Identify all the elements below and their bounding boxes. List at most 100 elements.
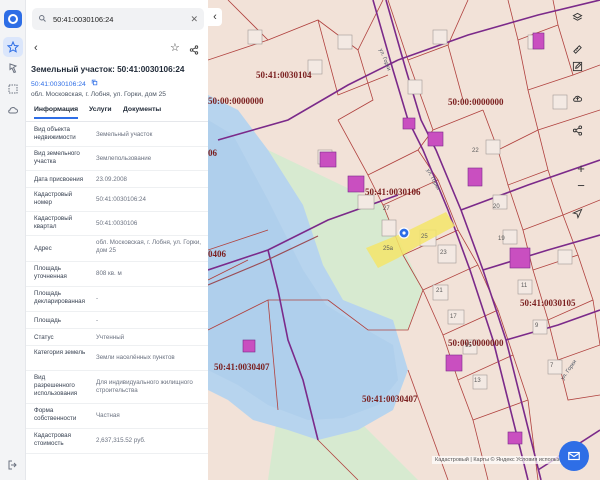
tab-services[interactable]: Услуги	[89, 106, 112, 113]
row-value: 50:41:0030106	[96, 220, 138, 227]
cadastral-label: 50:41:0030104	[256, 70, 312, 80]
logout-icon[interactable]	[3, 455, 23, 475]
tab-documents[interactable]: Документы	[123, 106, 161, 113]
house-number: 27	[383, 206, 390, 212]
copy-icon[interactable]	[91, 79, 98, 88]
cadastral-label: 06	[208, 148, 217, 158]
favorites-icon[interactable]	[3, 37, 23, 57]
house-number: 7	[550, 363, 554, 369]
cadastral-label: 50:00:0000000	[208, 96, 264, 106]
row-value: 50:41:0030106:24	[96, 196, 146, 203]
house-number: 13	[474, 378, 481, 384]
table-row: Форма собственности Частная	[26, 404, 208, 429]
row-key: Дата присвоения	[34, 176, 84, 183]
row-key: Вид разрешенного использования	[34, 374, 78, 397]
row-key: Кадастровый квартал	[34, 215, 73, 230]
table-row: Категория земель Земли населённых пунктов	[26, 346, 208, 371]
row-key: Площадь уточненная	[34, 265, 67, 280]
row-value: -	[96, 317, 99, 324]
row-value: 808 кв. м	[96, 270, 122, 277]
zoom-out-icon[interactable]: −	[572, 176, 590, 194]
row-value: -	[96, 295, 99, 302]
message-button[interactable]	[559, 441, 589, 471]
collapse-panel-icon[interactable]: ‹	[208, 8, 222, 26]
row-key: Кадастровая стоимость	[34, 432, 71, 447]
house-number: 19	[498, 236, 505, 242]
app-root: ✕ ‹ ☆ Земельный участок: 50:41:0030106:2…	[0, 0, 600, 480]
search-bar[interactable]: ✕	[32, 8, 204, 30]
clear-icon[interactable]: ✕	[190, 14, 198, 25]
row-value: 23.09.2008	[96, 176, 127, 183]
search-input[interactable]	[53, 14, 183, 24]
row-value: Учтенный	[96, 334, 125, 341]
parcel-address: обл. Московская, г. Лобня, ул. Горки, до…	[31, 91, 166, 98]
cadastral-label: 50:00:0000000	[448, 338, 504, 348]
house-number: 20	[493, 204, 500, 210]
info-panel: ✕ ‹ ☆ Земельный участок: 50:41:0030106:2…	[26, 0, 208, 480]
cloud-icon[interactable]	[3, 100, 23, 120]
house-number: 25	[421, 234, 428, 240]
tab-bar: Информация Услуги Документы	[26, 104, 208, 122]
cadastral-label: 50:41:0030407	[362, 394, 418, 404]
share-map-icon[interactable]	[572, 125, 590, 143]
cadastral-label: 50:41:0030407	[214, 362, 270, 372]
row-key: Адрес	[34, 245, 52, 252]
table-row: Кадастровый номер 50:41:0030106:24	[26, 188, 208, 212]
back-icon[interactable]: ‹	[34, 42, 38, 54]
table-row: Площадь уточненная 808 кв. м	[26, 262, 208, 287]
mail-icon	[568, 451, 580, 461]
row-value: Для индивидуального жилищного строительс…	[96, 379, 193, 394]
row-value: Земли населённых пунктов	[96, 354, 175, 361]
row-key: Площадь декларированная	[34, 290, 85, 305]
row-key: Вид объекта недвижимости	[34, 126, 76, 141]
map-view[interactable]: 50:41:0030104 50:00:0000000 50:41:003010…	[208, 0, 600, 480]
logo-icon[interactable]	[4, 10, 22, 28]
house-number: 22	[472, 148, 479, 154]
table-row: Кадастровый квартал 50:41:0030106	[26, 212, 208, 236]
cadastral-label: 0406	[208, 249, 226, 259]
row-value: 2,637,315.52 руб.	[96, 437, 146, 444]
search-icon	[38, 10, 47, 28]
parcel-number-text[interactable]: 50:41:0030106:24	[31, 81, 86, 88]
map-attribution: Кадастровый | Карты © Яндекс Условия исп…	[432, 456, 581, 464]
attribute-table: Вид объекта недвижимости Земельный участо…	[26, 123, 208, 454]
left-rail	[0, 0, 26, 480]
zoom-in-icon[interactable]: +	[572, 159, 590, 177]
house-number: 15	[465, 343, 472, 349]
row-key: Кадастровый номер	[34, 191, 73, 206]
table-row: Вид объекта недвижимости Земельный участо…	[26, 123, 208, 147]
row-value: Частная	[96, 412, 120, 419]
edit-icon[interactable]	[572, 61, 590, 79]
table-row: Площадь -	[26, 312, 208, 329]
house-number: 25а	[383, 246, 394, 252]
star-icon[interactable]: ☆	[170, 41, 180, 54]
upload-icon[interactable]	[572, 93, 590, 111]
tab-information[interactable]: Информация	[34, 106, 79, 119]
row-key: Площадь	[34, 317, 61, 324]
layers-icon[interactable]	[572, 12, 590, 30]
cadastral-label: 50:00:0000000	[448, 97, 504, 107]
ruler-icon[interactable]	[572, 44, 590, 62]
cadastral-label: 50:41:0030106	[365, 187, 421, 197]
select-area-icon[interactable]	[3, 79, 23, 99]
panel-toolbar: ‹ ☆	[32, 40, 202, 60]
cadastral-label: 50:41:0030105	[520, 298, 576, 308]
table-row: Адрес обл. Московская, г. Лобня, ул. Горк…	[26, 236, 208, 262]
row-key: Вид земельного участка	[34, 150, 80, 165]
share-icon[interactable]	[189, 42, 199, 60]
row-key: Форма собственности	[34, 407, 77, 422]
table-row: Статус Учтенный	[26, 329, 208, 346]
parcel-title: Земельный участок: 50:41:0030106:24	[31, 65, 185, 74]
table-row: Кадастровая стоимость 2,637,315.52 руб.	[26, 429, 208, 454]
pin-icon[interactable]	[3, 58, 23, 78]
table-row: Площадь декларированная -	[26, 287, 208, 312]
location-pin-icon[interactable]	[398, 227, 410, 239]
row-value: обл. Московская, г. Лобня, ул. Горки, до…	[96, 239, 202, 254]
locate-icon[interactable]	[572, 208, 590, 226]
parcel-number-link[interactable]: 50:41:0030106:24	[31, 79, 98, 88]
row-value: Земельный участок	[96, 131, 153, 138]
house-number: 9	[535, 323, 539, 329]
row-key: Категория земель	[34, 349, 86, 356]
row-key: Статус	[34, 334, 54, 341]
house-number: 11	[521, 283, 528, 289]
